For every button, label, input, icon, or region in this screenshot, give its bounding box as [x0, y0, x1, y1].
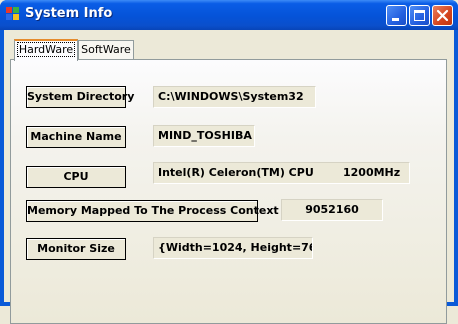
cpu-value: Intel(R) Celeron(TM) CPU 1200MHz — [153, 162, 410, 184]
tab-hardware-label: HardWare — [16, 42, 76, 57]
window-client-area: HardWare SoftWare System Directory C:\WI… — [4, 30, 454, 324]
system-info-window: System Info HardWare SoftWare System Dir… — [0, 0, 458, 324]
tab-hardware[interactable]: HardWare — [14, 39, 78, 61]
tab-software[interactable]: SoftWare — [78, 40, 134, 60]
app-window-icon — [6, 7, 20, 21]
memory-label: Memory Mapped To The Process Context — [26, 200, 279, 222]
cpu-model: Intel(R) Celeron(TM) CPU — [158, 166, 314, 179]
cpu-label: CPU — [26, 166, 126, 188]
system-directory-value: C:\WINDOWS\System32 — [153, 86, 316, 108]
minimize-icon — [392, 18, 399, 21]
memory-value: 9052160 — [281, 199, 383, 221]
machine-name-label: Machine Name — [26, 126, 126, 148]
monitor-size-value: {Width=1024, Height=768} — [153, 237, 313, 259]
hardware-tab-panel: System Directory C:\WINDOWS\System32 Mac… — [10, 59, 447, 324]
maximize-icon — [414, 10, 425, 21]
window-title: System Info — [25, 6, 113, 21]
system-directory-label: System Directory — [26, 86, 134, 108]
close-button[interactable] — [432, 5, 453, 26]
tab-software-label: SoftWare — [81, 43, 131, 56]
maximize-button[interactable] — [409, 5, 430, 26]
minimize-button[interactable] — [386, 5, 407, 26]
close-icon — [436, 9, 449, 22]
title-bar[interactable]: System Info — [0, 0, 458, 30]
machine-name-value: MIND_TOSHIBA — [153, 125, 255, 147]
cpu-speed: 1200MHz — [343, 166, 401, 179]
monitor-size-label: Monitor Size — [26, 238, 126, 260]
